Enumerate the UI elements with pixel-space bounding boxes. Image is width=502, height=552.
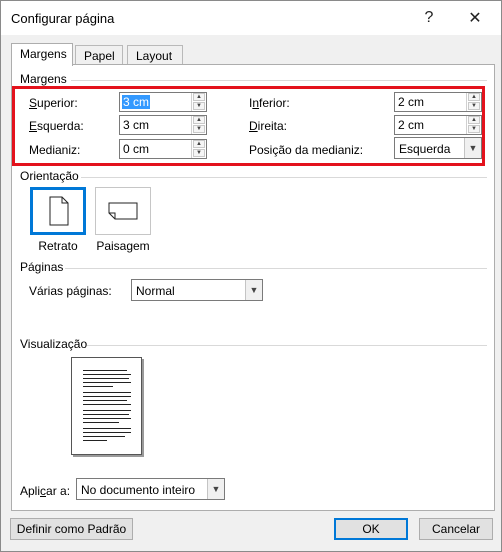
inferior-value[interactable]: 2 cm <box>397 95 425 109</box>
page-preview <box>71 357 142 455</box>
close-icon[interactable]: ✕ <box>461 5 489 31</box>
medianiz-up-icon[interactable]: ▲ <box>193 140 205 148</box>
esquerda-label: Esquerda: <box>29 119 84 133</box>
preview-divider <box>87 345 487 346</box>
tab-margens[interactable]: Margens <box>11 43 73 66</box>
medianiz-value[interactable]: 0 cm <box>122 142 150 156</box>
direita-up-icon[interactable]: ▲ <box>468 116 480 124</box>
inferior-spinner[interactable]: 2 cm ▲ ▼ <box>394 92 482 112</box>
posicao-medianiz-select[interactable]: Esquerda ▼ <box>394 137 482 159</box>
multiple-pages-value: Normal <box>136 284 175 298</box>
multiple-pages-select[interactable]: Normal ▼ <box>131 279 263 301</box>
set-default-button[interactable]: Definir como Padrão <box>10 518 133 540</box>
chevron-down-icon[interactable]: ▼ <box>207 479 224 499</box>
landscape-button[interactable] <box>95 187 151 235</box>
portrait-button[interactable] <box>30 187 86 235</box>
portrait-label: Retrato <box>38 239 78 253</box>
orientation-divider <box>81 177 487 178</box>
dialog-title: Configurar página <box>11 11 115 26</box>
title-bar: Configurar página ? ✕ <box>1 1 501 35</box>
inferior-up-icon[interactable]: ▲ <box>468 93 480 101</box>
direita-spinner[interactable]: 2 cm ▲ ▼ <box>394 115 482 135</box>
margins-section-title: Margens <box>20 72 67 86</box>
preview-section-title: Visualização <box>20 337 88 351</box>
ok-button[interactable]: OK <box>334 518 408 540</box>
pages-divider <box>65 268 487 269</box>
direita-down-icon[interactable]: ▼ <box>468 125 480 133</box>
orientation-section-title: Orientação <box>20 169 79 183</box>
cancel-button[interactable]: Cancelar <box>419 518 493 540</box>
inferior-label: Inferior: <box>249 96 290 110</box>
inferior-down-icon[interactable]: ▼ <box>468 102 480 110</box>
medianiz-down-icon[interactable]: ▼ <box>193 149 205 157</box>
tab-layout[interactable]: Layout <box>127 45 183 65</box>
direita-label: Direita: <box>249 119 288 133</box>
pages-section-title: Páginas <box>20 260 64 274</box>
page-setup-dialog: Configurar página ? ✕ Margens Papel Layo… <box>0 0 502 552</box>
portrait-page-icon <box>49 196 69 226</box>
landscape-page-icon <box>108 202 138 220</box>
direita-value[interactable]: 2 cm <box>397 118 425 132</box>
landscape-label: Paisagem <box>96 239 150 253</box>
esquerda-value[interactable]: 3 cm <box>122 118 150 132</box>
multiple-pages-label: Várias páginas: <box>29 284 112 298</box>
superior-spinner[interactable]: 3 cm ▲ ▼ <box>119 92 207 112</box>
superior-down-icon[interactable]: ▼ <box>193 102 205 110</box>
esquerda-down-icon[interactable]: ▼ <box>193 125 205 133</box>
superior-value[interactable]: 3 cm <box>122 95 151 109</box>
apply-to-value: No documento inteiro <box>81 483 196 497</box>
posicao-medianiz-label: Posição da medianiz: <box>249 143 364 157</box>
superior-label: Superior: <box>29 96 78 110</box>
chevron-down-icon[interactable]: ▼ <box>464 138 481 158</box>
medianiz-spinner[interactable]: 0 cm ▲ ▼ <box>119 139 207 159</box>
superior-up-icon[interactable]: ▲ <box>193 93 205 101</box>
esquerda-spinner[interactable]: 3 cm ▲ ▼ <box>119 115 207 135</box>
esquerda-up-icon[interactable]: ▲ <box>193 116 205 124</box>
margins-divider <box>71 80 487 81</box>
apply-to-label: Aplicar a: <box>20 484 71 498</box>
chevron-down-icon[interactable]: ▼ <box>245 280 262 300</box>
apply-to-select[interactable]: No documento inteiro ▼ <box>76 478 225 500</box>
posicao-medianiz-value: Esquerda <box>399 142 451 156</box>
tab-papel[interactable]: Papel <box>75 45 123 65</box>
help-icon[interactable]: ? <box>415 5 443 31</box>
medianiz-label: Medianiz: <box>29 143 81 157</box>
